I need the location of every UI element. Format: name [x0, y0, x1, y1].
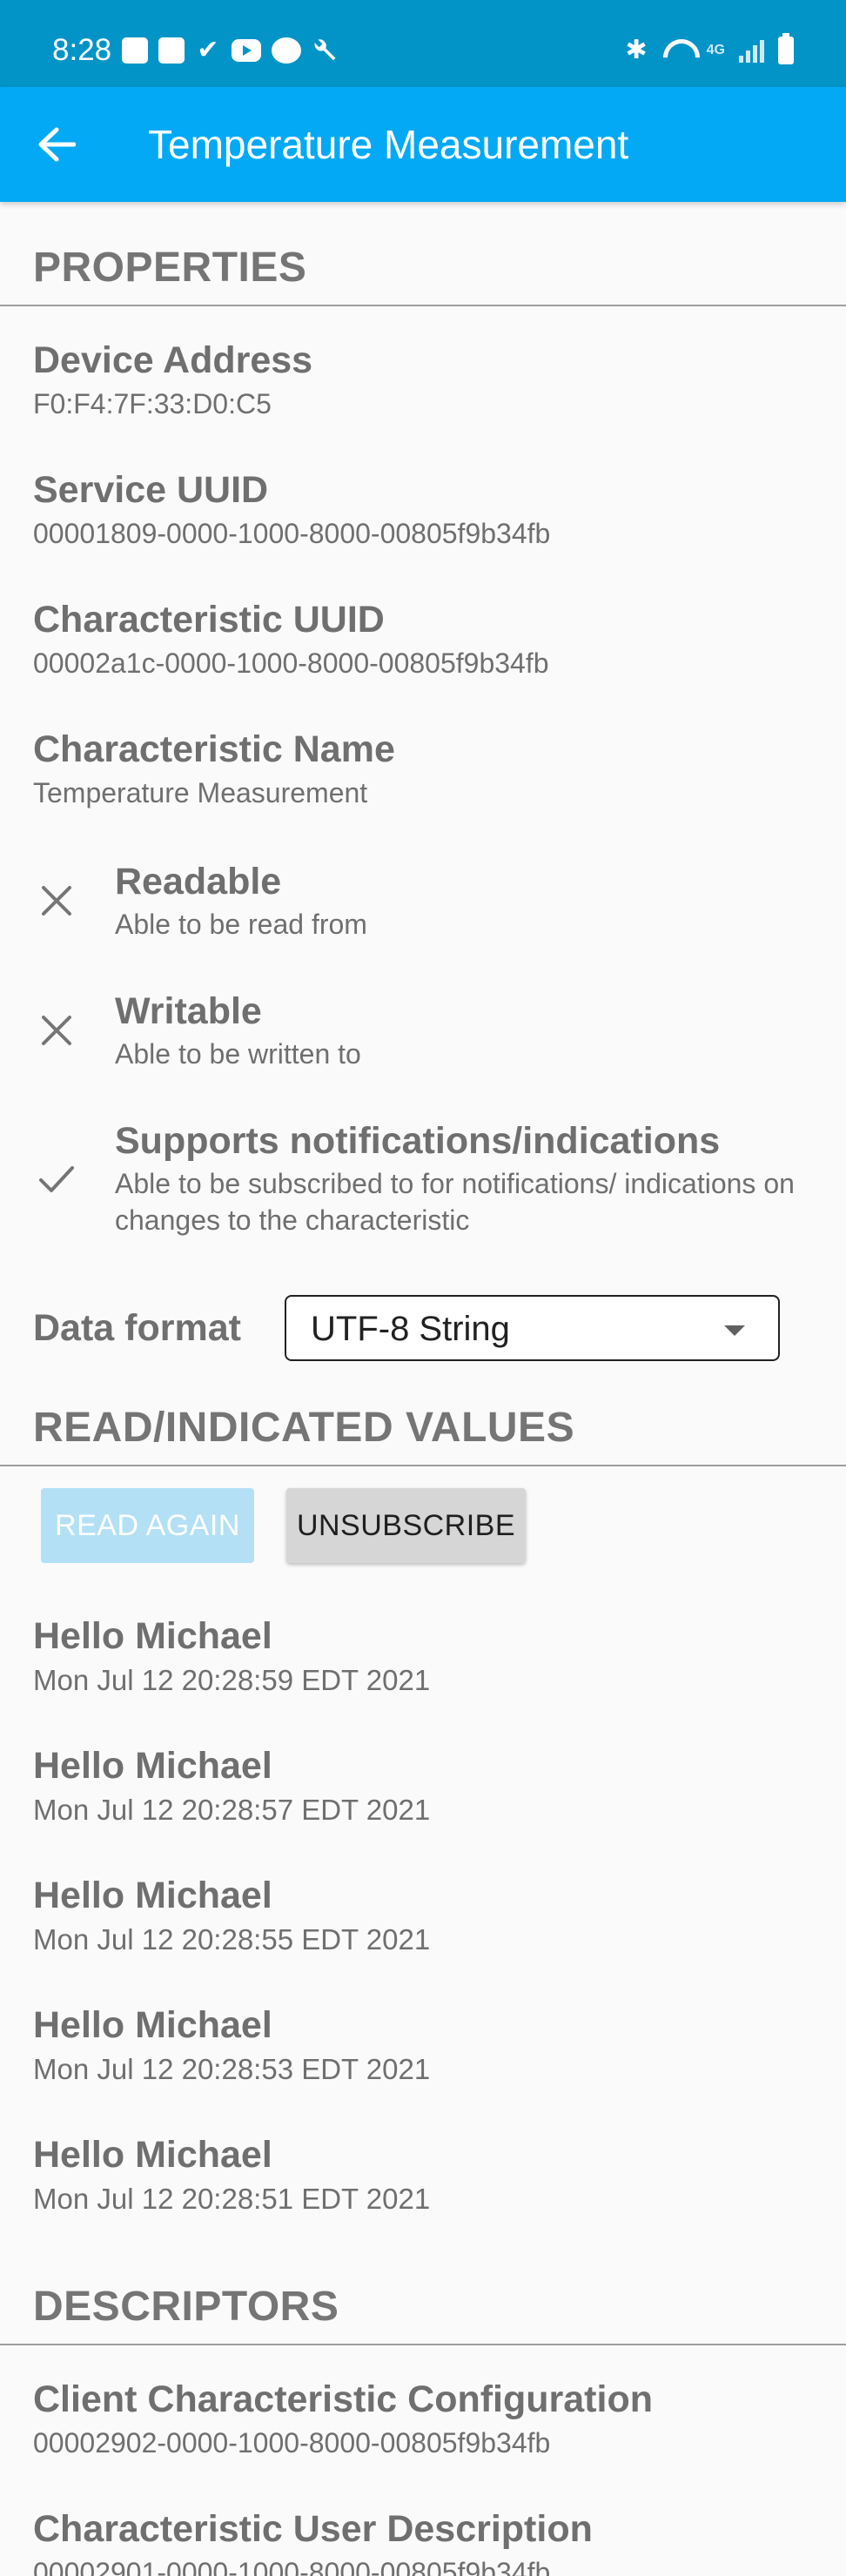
check-icon [39, 1166, 74, 1192]
value-text: Hello Michael [33, 2004, 272, 2046]
descriptor-label: Client Characteristic Configuration [33, 2378, 653, 2420]
network-type-label: 4G [706, 43, 725, 57]
wrench-icon [312, 37, 338, 64]
capability-description: Able to be written to [115, 1038, 361, 1070]
value-timestamp: Mon Jul 12 20:28:59 EDT 2021 [33, 1664, 431, 1696]
value-timestamp: Mon Jul 12 20:28:55 EDT 2021 [33, 1923, 431, 1955]
descriptors-section-header: DESCRIPTORS [0, 2283, 846, 2345]
values-heading: READ/INDICATED VALUES [33, 1405, 575, 1451]
data-format-selected: UTF-8 String [311, 1310, 510, 1348]
property-label: Service UUID [33, 469, 269, 511]
property-label: Characteristic Name [33, 728, 395, 770]
property-value: Temperature Measurement [33, 777, 368, 808]
value-text: Hello Michael [33, 1745, 272, 1787]
data-format-select[interactable]: UTF-8 String [285, 1295, 780, 1361]
capability-description: Able to be read from [115, 909, 367, 940]
close-icon [42, 886, 71, 916]
unsubscribe-button[interactable]: UNSUBSCRIBE [286, 1488, 526, 1563]
status-time: 8:28 [52, 33, 112, 67]
wifi-icon [661, 37, 693, 64]
read-again-button[interactable]: READ AGAIN [41, 1488, 254, 1563]
capability-notifications: Supports notifications/indications Able … [115, 1118, 829, 1238]
close-icon [42, 1016, 71, 1045]
value-list-item: Hello Michael Mon Jul 12 20:28:55 EDT 20… [33, 1873, 816, 1958]
property-label: Device Address [33, 339, 313, 381]
descriptor-item[interactable]: Characteristic User Description 00002901… [33, 2506, 816, 2576]
battery-icon [778, 33, 794, 64]
capability-readable: Readable Able to be read from [115, 859, 829, 943]
dropdown-arrow-icon [724, 1325, 745, 1336]
capability-writable: Writable Able to be written to [115, 989, 829, 1072]
task-check-icon: ✔ [197, 36, 219, 64]
gallery-icon [158, 37, 185, 64]
capability-description: Able to be subscribed to for notificatio… [115, 1168, 795, 1236]
values-section-header: READ/INDICATED VALUES [0, 1404, 846, 1466]
capability-title: Supports notifications/indications [115, 1120, 721, 1162]
value-text: Hello Michael [33, 1615, 272, 1657]
descriptor-item[interactable]: Client Characteristic Configuration 0000… [33, 2377, 816, 2460]
properties-heading: PROPERTIES [33, 245, 307, 291]
arrow-left-icon [38, 127, 76, 162]
property-value: 00002a1c-0000-1000-8000-00805f9b34fb [33, 647, 549, 679]
system-icons: ✱ 4G [625, 33, 794, 66]
property-service-uuid: Service UUID 00001809-0000-1000-8000-008… [33, 467, 816, 551]
descriptor-value: 00002901-0000-1000-8000-00805f9b34fb [33, 2557, 551, 2576]
property-value: 00001809-0000-1000-8000-00805f9b34fb [33, 518, 551, 549]
youtube-icon [232, 39, 261, 62]
notification-icons: ✔ [122, 35, 338, 66]
property-device-address: Device Address F0:F4:7F:33:D0:C5 [33, 338, 816, 421]
property-label: Characteristic UUID [33, 599, 385, 641]
value-list-item: Hello Michael Mon Jul 12 20:28:59 EDT 20… [33, 1613, 816, 1699]
page-title: Temperature Measurement [148, 122, 629, 167]
app-bar: Temperature Measurement [0, 87, 846, 202]
value-text: Hello Michael [33, 1875, 272, 1916]
value-list-item: Hello Michael Mon Jul 12 20:28:57 EDT 20… [33, 1743, 816, 1828]
property-characteristic-uuid: Characteristic UUID 00002a1c-0000-1000-8… [33, 597, 816, 681]
value-timestamp: Mon Jul 12 20:28:53 EDT 2021 [33, 2053, 431, 2085]
properties-section-header: PROPERTIES [0, 244, 846, 306]
capability-title: Writable [115, 990, 262, 1032]
descriptors-heading: DESCRIPTORS [33, 2284, 339, 2330]
property-characteristic-name: Characteristic Name Temperature Measurem… [33, 727, 816, 810]
value-list-item: Hello Michael Mon Jul 12 20:28:51 EDT 20… [33, 2132, 816, 2217]
back-button[interactable] [26, 120, 87, 169]
status-bar: 8:28 ✔ ✱ 4G [0, 0, 846, 87]
wear-icon [272, 37, 301, 64]
bluetooth-icon: ✱ [625, 36, 648, 64]
value-timestamp: Mon Jul 12 20:28:51 EDT 2021 [33, 2183, 431, 2215]
property-value: F0:F4:7F:33:D0:C5 [33, 388, 272, 419]
data-format-label: Data format [33, 1307, 241, 1349]
capability-title: Readable [115, 861, 282, 902]
value-timestamp: Mon Jul 12 20:28:57 EDT 2021 [33, 1794, 431, 1826]
descriptor-label: Characteristic User Description [33, 2508, 593, 2550]
value-list-item: Hello Michael Mon Jul 12 20:28:53 EDT 20… [33, 2002, 816, 2088]
value-text: Hello Michael [33, 2134, 272, 2176]
descriptor-value: 00002902-0000-1000-8000-00805f9b34fb [33, 2427, 551, 2459]
signal-icon [739, 38, 764, 63]
app-notification-icon [122, 37, 148, 64]
